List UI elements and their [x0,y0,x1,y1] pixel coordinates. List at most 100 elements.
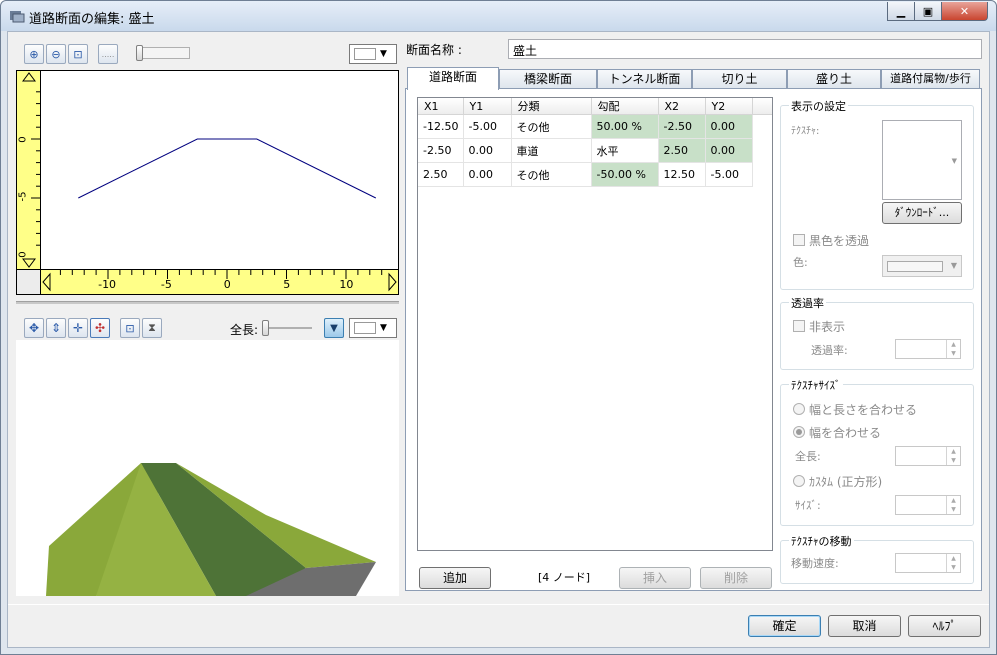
color-swatch [354,48,376,60]
cell-slope[interactable]: -50.00 % [591,162,659,187]
column-header-y1[interactable]: Y1 [463,98,512,115]
cancel-button[interactable]: 取消 [828,615,901,637]
vertical-ruler[interactable]: 0 -5 0 [17,71,41,269]
cell-x1[interactable]: 2.50 [418,162,464,187]
minimize-button[interactable]: ▁ [887,2,915,21]
section-2d-view[interactable]: 0 -5 0 -10 -5 0 5 10 [16,70,399,295]
column-header-category[interactable]: 分類 [511,98,592,115]
tab-fill[interactable]: 盛り土 [787,69,881,89]
cell-category[interactable]: その他 [511,162,592,187]
length-slider-thumb[interactable] [262,320,269,336]
cell-filler [752,115,772,139]
tab-cut[interactable]: 切り土 [692,69,787,89]
maximize-button[interactable]: ▣ [914,2,942,21]
perspective-button[interactable]: ⧗ [142,318,162,338]
cell-y1[interactable]: 0.00 [463,162,512,187]
cell-y2[interactable]: 0.00 [705,138,753,163]
profile-canvas [78,138,377,199]
y-tick-label: 0 [17,136,29,143]
cell-y2[interactable]: -5.00 [705,162,753,187]
transparency-group: 透過率 非表示 透過率: ▲ ▼ [780,295,974,370]
pane-splitter[interactable] [16,301,399,304]
table-row[interactable]: -2.50 0.00 車道 水平 2.50 0.00 [418,138,772,163]
cell-slope[interactable]: 水平 [591,138,659,163]
more-button[interactable]: ..... [98,44,118,64]
tab-road-accessories[interactable]: 道路付属物/歩行 [881,69,980,89]
view3d-toolbar: ✥ ⇕ ✛ ✣ ⊡ ⧗ [24,318,164,338]
cell-category[interactable]: その他 [511,114,592,139]
column-header-x1[interactable]: X1 [418,98,464,115]
x-tick-label: 5 [283,278,291,291]
cell-x1[interactable]: -12.50 [418,114,464,139]
display-color-select[interactable]: ▼ [882,255,962,277]
cell-x2[interactable]: -2.50 [658,114,706,139]
column-header-x2[interactable]: X2 [658,98,706,115]
close-icon: ✕ [959,4,970,18]
cell-x1[interactable]: -2.50 [418,138,464,163]
zoom-fit-icon: ⊡ [125,321,135,335]
zoom-fit-icon: ⊡ [73,47,83,61]
section-profile-line [78,138,377,199]
pan-icon: ✛ [72,321,84,335]
tab-tunnel-section[interactable]: トンネル断面 [597,69,692,89]
view2d-color-select[interactable]: ▼ [349,44,397,64]
cell-y2[interactable]: 0.00 [705,114,753,139]
length-slider[interactable] [264,327,312,329]
horizontal-ruler[interactable]: -10 -5 0 5 10 [41,269,398,294]
cell-y1[interactable]: -5.00 [463,114,512,139]
arrow-updown-icon: ⇕ [50,321,62,335]
segment-grid[interactable]: X1 Y1 分類 勾配 X2 Y2 -12.50 -5.00 その他 50.00… [417,97,773,551]
tab-road-section[interactable]: 道路断面 [407,67,499,90]
help-button[interactable]: ﾍﾙﾌﾟ [908,615,981,637]
orbit-button[interactable]: ✣ [90,318,110,338]
zoom-in-icon: ⊕ [29,47,39,61]
texture-label: ﾃｸｽﾁｬ: [791,126,820,137]
zoom-out-button[interactable]: ⊖ [46,44,66,64]
table-row[interactable]: -12.50 -5.00 その他 50.00 % -2.50 0.00 [418,114,772,139]
section-3d-view[interactable] [16,340,399,596]
size-spinner[interactable]: ▲ ▼ [895,495,961,515]
view2d-slider[interactable] [138,47,190,59]
column-header-y2[interactable]: Y2 [705,98,753,115]
cell-y1[interactable]: 0.00 [463,138,512,163]
zoom-in-button[interactable]: ⊕ [24,44,44,64]
cell-slope[interactable]: 50.00 % [591,114,659,139]
tab-bridge-section[interactable]: 橋梁断面 [499,69,597,89]
cell-x2[interactable]: 2.50 [658,138,706,163]
zoom-fit-3d-button[interactable]: ⊡ [120,318,140,338]
vertical-ruler-ticks [22,72,41,268]
move-vertical-button[interactable]: ⇕ [46,318,66,338]
delete-button[interactable]: 削除 [700,567,772,589]
cell-x2[interactable]: 12.50 [658,162,706,187]
transparency-rate-spinner[interactable]: ▲ ▼ [895,339,961,359]
column-header-slope[interactable]: 勾配 [591,98,659,115]
add-button[interactable]: 追加 [419,567,491,589]
hide-label: 非表示 [809,320,846,334]
hide-checkbox[interactable] [793,320,805,332]
triangle-down-icon: ▼ [330,322,338,334]
color-swatch [354,322,376,334]
view2d-slider-thumb[interactable] [136,45,143,61]
app-icon [10,11,25,23]
ok-button[interactable]: 確定 [748,615,821,637]
fit-width-radio[interactable] [793,426,805,438]
move-speed-spinner[interactable]: ▲ ▼ [895,553,961,573]
texture-length-spinner[interactable]: ▲ ▼ [895,446,961,466]
zoom-fit-button[interactable]: ⊡ [68,44,88,64]
dropdown-arrow-button[interactable]: ▼ [324,318,344,338]
insert-button[interactable]: 挿入 [619,567,691,589]
section-name-input[interactable]: 盛土 [508,39,982,59]
custom-radio[interactable] [793,475,805,487]
close-button[interactable]: ✕ [941,2,988,21]
rotate-button[interactable]: ✥ [24,318,44,338]
pan-button[interactable]: ✛ [68,318,88,338]
custom-label: ｶｽﾀﾑ (正方形) [809,475,883,489]
terrain-3d-render [46,463,376,596]
table-row[interactable]: 2.50 0.00 その他 -50.00 % 12.50 -5.00 [418,162,772,187]
black-transparent-checkbox[interactable] [793,234,805,246]
transparency-title: 透過率 [789,295,826,311]
download-button[interactable]: ﾀﾞｳﾝﾛｰﾄﾞ... [882,202,962,224]
cell-category[interactable]: 車道 [511,138,592,163]
view3d-color-select[interactable]: ▼ [349,318,397,338]
fit-both-radio[interactable] [793,403,805,415]
